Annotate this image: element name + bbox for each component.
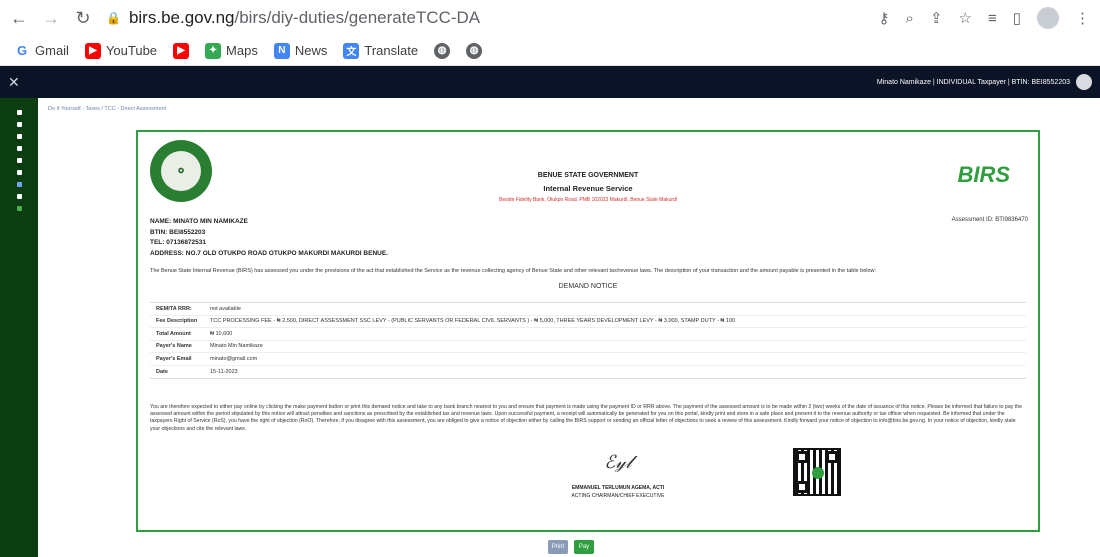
zoom-icon[interactable]: ⌕	[906, 10, 914, 27]
user-icon[interactable]	[16, 158, 22, 163]
news-icon: N	[273, 42, 290, 59]
qr-logo-icon	[812, 467, 824, 479]
demand-notice-card: ✪ BIRS BENUE STATE GOVERNMENT Internal R…	[136, 130, 1040, 532]
intro-text: The Benue State Internal Revenue (BIRS) …	[150, 268, 877, 274]
browser-toolbar: ← → ↻ 🔒 birs.be.gov.ng/birs/diy-duties/g…	[0, 0, 1100, 36]
translate-icon: 文	[343, 42, 360, 59]
table-row: REMITA RRR: not available	[150, 303, 1026, 316]
globe-icon: ◍	[434, 42, 451, 59]
share-icon[interactable]: ⇪	[930, 9, 943, 27]
card-icon[interactable]	[16, 170, 22, 175]
youtube-icon: ▶	[173, 42, 190, 59]
taxpayer-info: NAME: MINATO MIN NAMIKAZE BTIN: BEI85522…	[150, 217, 388, 259]
table-row: Payer's Name Minato Min Namikaze	[150, 341, 1026, 353]
key-icon[interactable]: ⚷	[879, 9, 890, 27]
home-icon[interactable]	[16, 110, 22, 115]
sidebar	[0, 98, 38, 557]
user-info[interactable]: Minato Namikaze | INDIVIDUAL Taxpayer | …	[877, 74, 1092, 90]
user-icon[interactable]	[16, 122, 22, 127]
back-icon[interactable]: ←	[10, 8, 28, 29]
doc-icon[interactable]	[16, 134, 22, 139]
close-icon[interactable]: ✕	[8, 74, 20, 91]
lock-icon: 🔒	[106, 11, 121, 25]
service-title: Internal Revenue Service	[543, 184, 633, 193]
notice-title: DEMAND NOTICE	[558, 283, 618, 290]
details-table: REMITA RRR: not available Fee Description…	[150, 302, 1026, 379]
assessment-id: Assessment ID: BTI9836470	[951, 217, 1028, 223]
bookmark-news[interactable]: N News	[273, 42, 327, 59]
taxpayer-name: NAME: MINATO MIN NAMIKAZE	[150, 218, 248, 225]
app-root: ✕ Minato Namikaze | INDIVIDUAL Taxpayer …	[0, 66, 1100, 557]
profile-avatar[interactable]	[1037, 7, 1059, 29]
taxpayer-tel: TEL: 07136872531	[150, 239, 207, 246]
table-row: Date 15-11-2023	[156, 368, 238, 375]
bookmark-maps[interactable]: ✦ Maps	[205, 42, 258, 59]
address-bar[interactable]: 🔒 birs.be.gov.ng/birs/diy-duties/generat…	[106, 8, 865, 28]
star-icon[interactable]: ☆	[959, 9, 972, 27]
user-icon[interactable]	[16, 146, 22, 151]
reading-list-icon[interactable]: ≡	[988, 10, 997, 27]
table-row: Payer's Email minato@gmail.com	[150, 353, 1026, 366]
signature-image: ℰ𝓎𝓁	[604, 452, 632, 473]
settings-icon[interactable]	[16, 206, 22, 211]
doc-header: BENUE STATE GOVERNMENT Internal Revenue …	[138, 172, 1038, 203]
bookmarks-bar: G Gmail ▶ YouTube ▶ ✦ Maps N News 文 Translate…	[0, 36, 1100, 66]
youtube-icon: ▶	[84, 42, 101, 59]
reload-icon[interactable]: ↻	[74, 8, 92, 29]
taxpayer-btin: BTIN: BEI8552203	[150, 228, 206, 236]
pay-button[interactable]: Pay	[574, 540, 594, 554]
table-row: Total Amount ₦ 10,600	[150, 328, 1026, 341]
bookmark-translate[interactable]: 文 Translate	[343, 42, 418, 59]
action-buttons: Print Pay	[548, 540, 594, 554]
url-path: /birs/diy-duties/generateTCC-DA	[234, 8, 481, 27]
signer-name: EMMANUEL TERLUMUN AGEMA, ACTI	[571, 485, 665, 491]
bookmark-gmail[interactable]: G Gmail	[14, 42, 69, 59]
payment-instructions: You are therefore expected to either pay…	[150, 404, 1023, 432]
globe-icon: ◍	[466, 42, 483, 59]
qr-code	[793, 448, 841, 496]
bookmark-globe-2[interactable]: ◍	[466, 42, 483, 59]
table-row: Fee Description TCC PROCESSING FEE - ₦ 2,…	[150, 316, 1026, 328]
office-address: Beside Fidelity Bank, Otukpo Road, PMB 1…	[499, 197, 677, 203]
maps-icon: ✦	[205, 42, 222, 59]
print-button[interactable]: Print	[548, 540, 568, 554]
sidepanel-icon[interactable]: ▯	[1013, 9, 1021, 27]
user-avatar[interactable]	[1076, 74, 1092, 90]
menu-icon[interactable]: ⋮	[1075, 9, 1090, 27]
bookmark-globe-1[interactable]: ◍	[434, 42, 451, 59]
signature-block: ℰ𝓎𝓁 EMMANUEL TERLUMUN AGEMA, ACTI ACTING…	[558, 452, 678, 499]
app-topbar: ✕ Minato Namikaze | INDIVIDUAL Taxpayer …	[0, 66, 1100, 98]
main-content: Do It Yourself - Taxes / TCC - Direct As…	[38, 98, 1100, 557]
user-label: Minato Namikaze | INDIVIDUAL Taxpayer | …	[876, 78, 1070, 86]
breadcrumb[interactable]: Do It Yourself - Taxes / TCC - Direct As…	[38, 98, 1100, 112]
url-host: birs.be.gov.ng	[128, 8, 235, 27]
taxpayer-address: ADDRESS: NO.7 OLD OTUKPO ROAD OTUKPO MAK…	[150, 249, 388, 257]
signer-title: ACTING CHAIRMAN/CHIEF EXECUTIVE	[571, 493, 665, 499]
gov-title: BENUE STATE GOVERNMENT	[537, 172, 639, 179]
bookmark-youtube-2[interactable]: ▶	[173, 42, 190, 59]
bookmark-youtube[interactable]: ▶ YouTube	[84, 42, 157, 59]
doc-icon[interactable]	[16, 194, 22, 199]
google-icon: G	[14, 42, 30, 59]
forward-icon[interactable]: →	[42, 8, 60, 29]
user-icon[interactable]	[16, 182, 22, 187]
